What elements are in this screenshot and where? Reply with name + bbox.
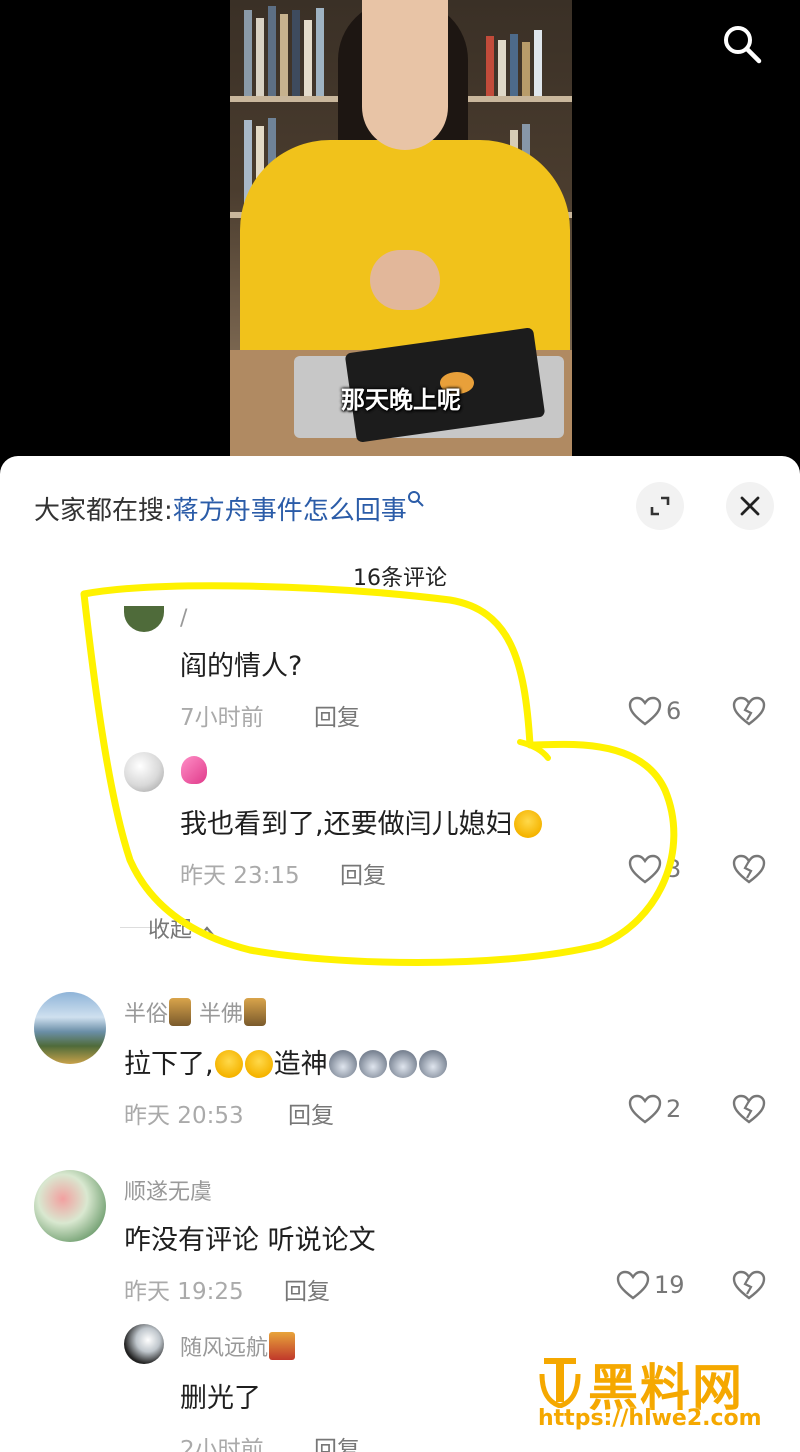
book	[280, 14, 288, 96]
comment-text: 删光了	[180, 1383, 261, 1414]
laughing-tears-icon	[214, 1050, 243, 1078]
like-count: 3	[666, 855, 682, 883]
watermark-url: https://hlwe2.com	[538, 1406, 762, 1431]
avatar[interactable]	[34, 992, 106, 1064]
search-suggestion[interactable]: 大家都在搜:蒋方舟事件怎么回事	[34, 490, 425, 527]
chevron-up-icon	[200, 926, 214, 936]
sailboat-icon	[269, 1332, 296, 1360]
like-button[interactable]: 2	[628, 1094, 681, 1124]
heart-icon	[616, 1270, 650, 1300]
book	[534, 30, 542, 96]
book	[244, 10, 252, 96]
video-player[interactable]: 那天晚上呢	[0, 0, 800, 470]
comment-time: 2小时前	[180, 1437, 264, 1452]
reply-button[interactable]: 回复	[314, 698, 360, 732]
like-button[interactable]: 19	[616, 1270, 685, 1300]
book	[510, 34, 518, 96]
search-icon	[407, 491, 424, 507]
dislike-icon[interactable]	[732, 854, 766, 884]
comment-text: 拉下了, 造神	[124, 1042, 448, 1081]
video-frame: 那天晚上呢	[230, 0, 572, 470]
avatar[interactable]	[124, 606, 164, 632]
comment-text: 我也看到了,还要做闫儿媳妇	[180, 802, 543, 841]
reply-button[interactable]: 回复	[284, 1272, 330, 1306]
reply-button[interactable]: 回复	[340, 856, 386, 890]
like-count: 2	[666, 1095, 682, 1123]
search-suggestion-topic[interactable]: 蒋方舟事件怎么回事	[173, 496, 407, 526]
heart-icon	[628, 854, 662, 884]
laughing-tears-icon	[244, 1050, 273, 1078]
comment-count: 16条评论	[353, 566, 447, 591]
dislike-icon[interactable]	[732, 1270, 766, 1300]
book	[316, 8, 324, 96]
wolf-face-icon	[418, 1050, 447, 1078]
avatar[interactable]	[124, 1324, 164, 1364]
comment-sheet: 大家都在搜:蒋方舟事件怎么回事 16条评论 / 阎的情人? 7小时前 回复 6 …	[0, 456, 800, 1452]
avatar[interactable]	[124, 752, 164, 792]
book	[292, 10, 300, 96]
dislike-icon[interactable]	[732, 696, 766, 726]
comment-time: 昨天 23:15	[180, 863, 300, 889]
like-button[interactable]: 6	[628, 696, 681, 726]
search-suggestion-prefix: 大家都在搜:	[34, 496, 173, 526]
wolf-face-icon	[328, 1050, 357, 1078]
dancer-icon	[169, 998, 192, 1026]
comment-text: 阎的情人?	[180, 651, 303, 682]
dancer-icon	[244, 998, 267, 1026]
search-icon[interactable]	[720, 22, 764, 66]
like-button[interactable]: 3	[628, 854, 681, 884]
comment-time: 昨天 20:53	[124, 1103, 244, 1129]
like-count: 6	[666, 697, 682, 725]
book	[304, 20, 312, 96]
book	[268, 6, 276, 96]
close-icon	[740, 496, 760, 516]
laughing-tears-icon	[513, 810, 542, 838]
close-button[interactable]	[726, 482, 774, 530]
person-hands	[370, 250, 440, 310]
book	[486, 36, 494, 96]
book	[498, 40, 506, 96]
sparkling-heart-icon	[181, 756, 207, 784]
comment-text: 咋没有评论 听说论文	[124, 1225, 376, 1256]
like-count: 19	[654, 1271, 685, 1299]
wolf-face-icon	[388, 1050, 417, 1078]
dislike-icon[interactable]	[732, 1094, 766, 1124]
heart-icon	[628, 1094, 662, 1124]
book	[256, 18, 264, 96]
comment-username[interactable]: 随风远航	[180, 1330, 296, 1362]
collapse-replies-button[interactable]: 收起	[148, 912, 215, 944]
heart-icon	[628, 696, 662, 726]
comment-username[interactable]: /	[180, 606, 187, 631]
wolf-face-icon	[358, 1050, 387, 1078]
watermark-logo-icon	[539, 1358, 581, 1408]
comment-username[interactable]: 顺遂无虞	[124, 1174, 212, 1206]
book	[522, 42, 530, 96]
comment-time: 昨天 19:25	[124, 1279, 244, 1305]
person-face	[362, 0, 448, 150]
expand-button[interactable]	[636, 482, 684, 530]
comment-time: 7小时前	[180, 705, 264, 731]
reply-button[interactable]: 回复	[288, 1096, 334, 1130]
reply-button[interactable]: 回复	[314, 1430, 360, 1452]
comment-username[interactable]: 半俗 半佛	[124, 996, 267, 1028]
expand-icon	[650, 496, 670, 516]
video-subtitle: 那天晚上呢	[341, 386, 461, 414]
avatar[interactable]	[34, 1170, 106, 1242]
comment-username[interactable]	[180, 756, 208, 785]
watermark: 黑料网 https://hlwe2.com	[538, 1348, 800, 1452]
